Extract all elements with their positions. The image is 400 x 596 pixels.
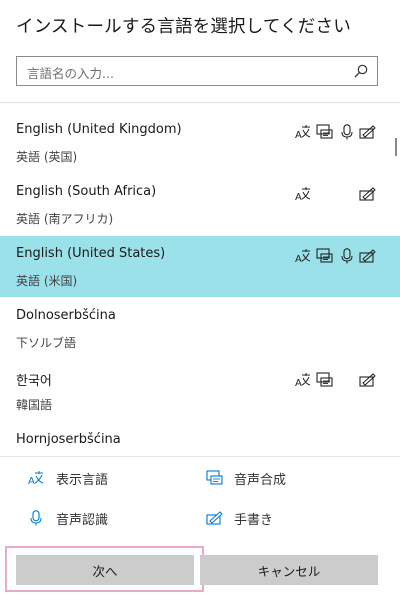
text-to-speech-icon <box>316 124 333 139</box>
legend-divider <box>0 456 400 457</box>
language-native-name: 韓国語 <box>16 398 53 412</box>
language-name: English (United Kingdom) <box>16 122 182 137</box>
handwriting-icon <box>359 249 376 263</box>
svg-text:A: A <box>295 192 302 202</box>
language-name: English (United States) <box>16 246 166 261</box>
scrollbar-thumb[interactable] <box>395 138 397 156</box>
handwriting-icon <box>359 125 376 139</box>
language-native-name: 英語 (米国) <box>16 274 78 288</box>
language-native-name: 英語 (英国) <box>16 150 78 164</box>
language-name: 한국어 <box>16 374 52 389</box>
text-to-speech-icon <box>316 372 333 387</box>
language-list[interactable]: English (United Kingdom) 英語 (英国) A English … <box>0 112 400 456</box>
language-row[interactable]: English (United Kingdom) 英語 (英国) A <box>0 112 388 173</box>
handwriting-icon <box>359 187 376 201</box>
dialog-title: インストールする言語を選択してください <box>16 17 351 37</box>
language-row[interactable]: Hornjoserbšćina <box>0 422 388 456</box>
language-name: Dolnoserbšćina <box>16 308 116 323</box>
svg-text:A: A <box>28 476 35 486</box>
next-button[interactable]: 次へ <box>16 555 194 585</box>
display-language-icon: A <box>28 471 44 486</box>
language-native-name: 英語 (南アフリカ) <box>16 212 114 226</box>
microphone-icon <box>341 124 353 140</box>
language-native-name: 下ソルブ語 <box>16 336 77 350</box>
text-to-speech-icon <box>206 470 223 485</box>
svg-text:A: A <box>295 130 302 140</box>
handwriting-icon <box>359 373 376 387</box>
search-input[interactable]: 言語名の入力... <box>16 56 378 86</box>
microphone-icon <box>30 510 42 526</box>
display-language-icon: A <box>295 187 311 202</box>
language-row-selected[interactable]: English (United States) 英語 (米国) A <box>0 236 400 297</box>
handwriting-icon <box>206 511 223 525</box>
cancel-button[interactable]: キャンセル <box>200 555 378 585</box>
display-language-icon: A <box>295 373 311 388</box>
svg-text:A: A <box>295 254 302 264</box>
language-row[interactable]: 한국어 韓国語 A <box>0 360 388 421</box>
language-name: Hornjoserbšćina <box>16 432 121 447</box>
display-language-icon: A <box>295 249 311 264</box>
search-placeholder: 言語名の入力... <box>27 66 114 81</box>
svg-text:A: A <box>295 378 302 388</box>
text-to-speech-icon <box>316 248 333 263</box>
microphone-icon <box>341 248 353 264</box>
display-language-icon: A <box>295 125 311 140</box>
language-row[interactable]: Dolnoserbšćina 下ソルブ語 <box>0 298 388 359</box>
language-row[interactable]: English (South Africa) 英語 (南アフリカ) A <box>0 174 388 235</box>
language-name: English (South Africa) <box>16 184 157 199</box>
search-icon[interactable] <box>353 63 369 79</box>
header-divider <box>0 102 400 103</box>
